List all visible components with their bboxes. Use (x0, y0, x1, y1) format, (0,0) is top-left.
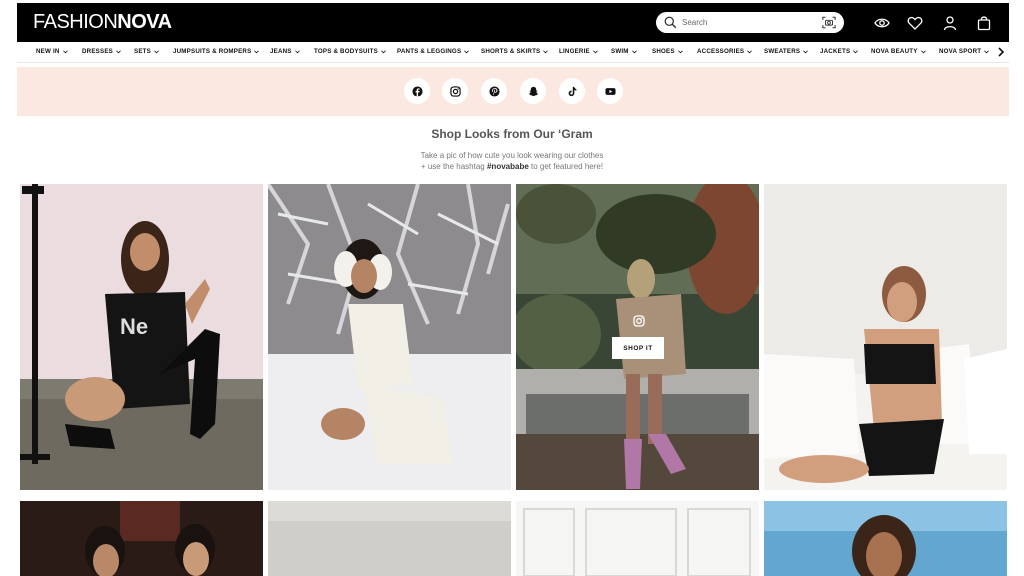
eye-icon[interactable] (874, 15, 890, 31)
gram-photo-4[interactable] (764, 184, 1007, 490)
gram-subtitle-line1: Take a pic of how cute you look wearing … (420, 151, 604, 160)
nav-item-nova-beauty[interactable]: NOVA BEAUTY (871, 48, 926, 55)
nav-item-jumpsuits-rompers[interactable]: JUMPSUITS & ROMPERS (173, 48, 260, 55)
youtube-icon (604, 87, 616, 95)
camera-icon[interactable] (822, 16, 836, 29)
chevron-down-icon (747, 49, 753, 53)
nav-item-new-in[interactable]: NEW IN (36, 48, 68, 55)
chevron-down-icon (254, 49, 260, 53)
category-nav: NEW IN DRESSES SETS JUMPSUITS & ROMPERS … (17, 42, 1009, 63)
gram-photo-3[interactable]: SHOP IT (516, 184, 759, 490)
photo-woman-snow (268, 184, 511, 490)
shop-it-button[interactable]: SHOP IT (612, 337, 664, 359)
nav-item-sets[interactable]: SETS (134, 48, 159, 55)
bag-icon[interactable] (976, 15, 992, 31)
chevron-right-icon[interactable] (997, 47, 1005, 57)
photo-two-women-night (20, 501, 263, 576)
snapchat-button[interactable] (520, 78, 546, 104)
chevron-down-icon (984, 49, 990, 53)
heart-icon[interactable] (907, 15, 923, 31)
gram-photo-6[interactable] (268, 501, 511, 576)
nav-item-dresses[interactable]: DRESSES (82, 48, 121, 55)
nav-item-shorts-skirts[interactable]: SHORTS & SKIRTS (481, 48, 549, 55)
hashtag[interactable]: #novababe (487, 162, 529, 171)
chevron-down-icon (62, 49, 68, 53)
line2-prefix: + use the hashtag (420, 162, 487, 171)
gram-title: Shop Looks from Our ‘Gram (431, 127, 593, 141)
logo-thin: FASHION (33, 11, 118, 33)
photo-white-panels (516, 501, 759, 576)
pinterest-icon (488, 85, 500, 97)
nav-item-swim[interactable]: SWIM (611, 48, 637, 55)
search-bar[interactable] (656, 12, 844, 33)
social-band (17, 67, 1009, 116)
instagram-button[interactable] (442, 78, 468, 104)
user-icon[interactable] (942, 15, 958, 31)
photo-woman-sky (764, 501, 1007, 576)
gram-photo-7[interactable] (516, 501, 759, 576)
gram-photo-5[interactable] (20, 501, 263, 576)
photo-woman-black-jersey: Ne (20, 184, 263, 490)
youtube-button[interactable] (597, 78, 623, 104)
chevron-down-icon (381, 49, 386, 53)
nav-item-jeans[interactable]: JEANS (270, 48, 300, 55)
fashion-nova-logo[interactable]: FASHIONNOVA (33, 12, 172, 32)
facebook-icon (411, 85, 423, 97)
chevron-down-icon (631, 49, 637, 53)
top-header: FASHIONNOVA (17, 3, 1009, 42)
gram-photo-2[interactable] (268, 184, 511, 490)
photo-gray-wall (268, 501, 511, 576)
chevron-down-icon (154, 49, 159, 53)
nav-item-jackets[interactable]: JACKETS (820, 48, 859, 55)
facebook-button[interactable] (404, 78, 430, 104)
chevron-down-icon (920, 49, 926, 53)
nav-item-tops-bodysuits[interactable]: TOPS & BODYSUITS (314, 48, 386, 55)
tiktok-button[interactable] (559, 78, 585, 104)
chevron-down-icon (592, 49, 598, 53)
chevron-down-icon (116, 49, 121, 53)
chevron-down-icon (543, 49, 549, 53)
nav-item-nova-sport[interactable]: NOVA SPORT (939, 48, 990, 55)
chevron-down-icon (853, 49, 859, 53)
gram-photo-8[interactable] (764, 501, 1007, 576)
line2-suffix: to get featured here! (528, 162, 604, 171)
instagram-icon (449, 85, 461, 97)
chevron-down-icon (464, 49, 470, 53)
logo-bold: NOVA (117, 11, 172, 33)
pinterest-button[interactable] (481, 78, 507, 104)
chevron-down-icon (294, 49, 300, 53)
search-input[interactable] (682, 15, 812, 30)
search-icon[interactable] (664, 16, 677, 29)
tiktok-icon (568, 86, 576, 96)
nav-item-shoes[interactable]: SHOES (652, 48, 683, 55)
chevron-down-icon (803, 49, 809, 53)
gram-photo-1[interactable]: Ne (20, 184, 263, 490)
gram-subtitle-line2: + use the hashtag #novababe to get featu… (0, 162, 1024, 171)
photo-woman-couch (764, 184, 1007, 490)
nav-item-lingerie[interactable]: LINGERIE (559, 48, 598, 55)
svg-text:Ne: Ne (120, 314, 148, 339)
chevron-down-icon (677, 49, 683, 53)
nav-item-sweaters[interactable]: SWEATERS (764, 48, 809, 55)
snapchat-icon (528, 86, 538, 96)
nav-item-pants-leggings[interactable]: PANTS & LEGGINGS (397, 48, 470, 55)
nav-item-accessories[interactable]: ACCESSORIES (697, 48, 753, 55)
instagram-icon (633, 315, 645, 327)
